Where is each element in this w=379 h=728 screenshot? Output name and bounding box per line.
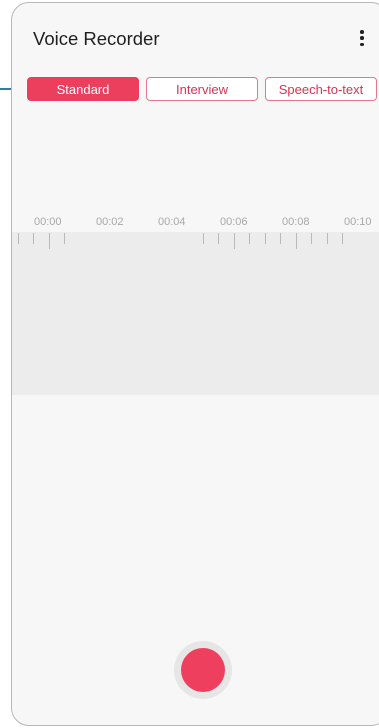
mode-interview-label: Interview [175,81,229,97]
more-options-icon[interactable] [357,28,367,48]
time-label: 00:00 [34,216,62,228]
mode-standard-button[interactable]: Standard [27,77,139,101]
time-label: 00:02 [96,216,124,228]
phone-screen: Voice Recorder Standard Interview Speech… [11,2,379,726]
record-button[interactable] [174,641,232,699]
time-label: 00:06 [220,216,248,228]
mode-interview-button[interactable]: Interview [146,77,258,101]
record-icon [181,648,225,692]
recording-mode-selector: Standard Interview Speech-to-text [27,75,379,103]
time-label: 00:10 [344,216,372,228]
mode-speech-to-text-label: Speech-to-text [278,81,364,97]
waveform-area [12,232,379,395]
app-bar: Voice Recorder [12,3,379,69]
time-label: 00:08 [282,216,310,228]
mode-speech-to-text-button[interactable]: Speech-to-text [265,77,377,101]
time-label: 00:04 [158,216,186,228]
app-title: Voice Recorder [33,28,160,49]
mode-standard-label: Standard [56,81,110,97]
